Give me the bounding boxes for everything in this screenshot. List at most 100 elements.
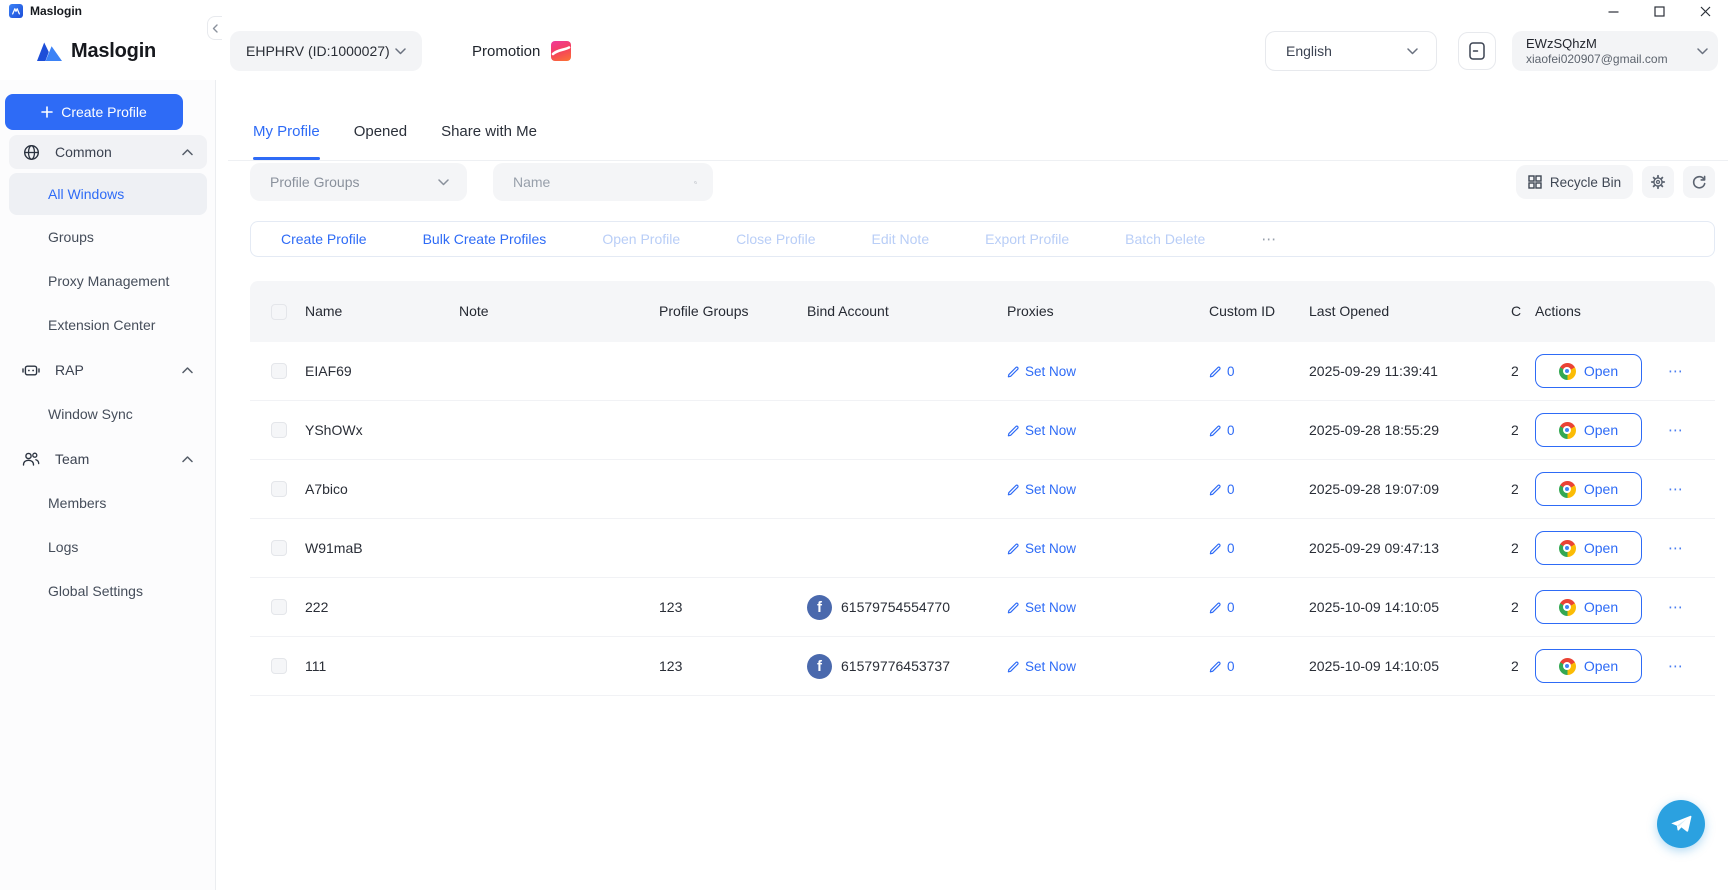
set-proxy-link[interactable]: Set Now <box>1007 541 1076 556</box>
open-profile-button[interactable]: Open <box>1535 531 1642 565</box>
action-close-profile[interactable]: Close Profile <box>736 231 815 247</box>
edit-pen-icon <box>1209 483 1222 496</box>
sidebar-item-all-windows[interactable]: All Windows <box>9 173 207 215</box>
cell-clipped: 2 <box>1502 422 1526 438</box>
action-edit-note[interactable]: Edit Note <box>872 231 930 247</box>
set-proxy-link[interactable]: Set Now <box>1007 659 1076 674</box>
custom-id-edit[interactable]: 0 <box>1209 600 1235 615</box>
cell-name: 222 <box>296 599 450 615</box>
language-selector[interactable]: English <box>1265 31 1437 71</box>
select-all-checkbox[interactable] <box>271 304 287 320</box>
sidebar-section-label: Common <box>55 144 182 160</box>
row-checkbox[interactable] <box>271 481 287 497</box>
minimize-button[interactable] <box>1590 0 1636 22</box>
sidebar-section-common[interactable]: Common <box>9 135 207 169</box>
set-proxy-link[interactable]: Set Now <box>1007 364 1076 379</box>
open-profile-button[interactable]: Open <box>1535 472 1642 506</box>
column-header-bind-account: Bind Account <box>798 302 998 321</box>
row-checkbox[interactable] <box>271 599 287 615</box>
column-header-note: Note <box>450 302 650 321</box>
promotion-link[interactable]: Promotion <box>472 22 571 80</box>
custom-id-edit[interactable]: 0 <box>1209 541 1235 556</box>
sidebar-collapse-handle[interactable] <box>207 16 222 40</box>
cell-profile-group: 123 <box>650 599 798 615</box>
cell-profile-group: 123 <box>650 658 798 674</box>
action-create-profile[interactable]: Create Profile <box>281 231 367 247</box>
action-open-profile[interactable]: Open Profile <box>602 231 680 247</box>
sidebar-item-groups[interactable]: Groups <box>9 215 207 259</box>
custom-id-edit[interactable]: 0 <box>1209 482 1235 497</box>
custom-id-edit[interactable]: 0 <box>1209 423 1235 438</box>
action-more[interactable]: ⋯ <box>1261 230 1277 248</box>
sidebar-section-team[interactable]: Team <box>9 442 207 476</box>
open-profile-button[interactable]: Open <box>1535 590 1642 624</box>
row-more-button[interactable]: ⋯ <box>1668 598 1684 616</box>
open-profile-button[interactable]: Open <box>1535 354 1642 388</box>
row-more-button[interactable]: ⋯ <box>1668 421 1684 439</box>
maximize-button[interactable] <box>1636 0 1682 22</box>
tab-my-profile[interactable]: My Profile <box>253 102 320 160</box>
account-name: EWzSQhzM <box>1526 36 1697 52</box>
search-icon[interactable] <box>694 175 697 190</box>
row-more-button[interactable]: ⋯ <box>1668 480 1684 498</box>
sidebar-section-rap[interactable]: RAP <box>9 353 207 387</box>
tab-opened[interactable]: Opened <box>354 102 407 160</box>
sidebar-item-global-settings[interactable]: Global Settings <box>9 569 207 613</box>
action-batch-delete[interactable]: Batch Delete <box>1125 231 1205 247</box>
action-bulk-create-profiles[interactable]: Bulk Create Profiles <box>423 231 547 247</box>
set-proxy-link[interactable]: Set Now <box>1007 423 1076 438</box>
row-more-button[interactable]: ⋯ <box>1668 539 1684 557</box>
cell-bind-account: f 61579776453737 <box>798 654 998 679</box>
sidebar-item-proxy-management[interactable]: Proxy Management <box>9 259 207 303</box>
sidebar: Create Profile Common All Windows Groups… <box>0 80 216 890</box>
profile-groups-select[interactable]: Profile Groups <box>250 163 467 201</box>
sidebar-item-window-sync[interactable]: Window Sync <box>9 392 207 436</box>
close-button[interactable] <box>1682 0 1728 22</box>
row-more-button[interactable]: ⋯ <box>1668 362 1684 380</box>
sidebar-item-members[interactable]: Members <box>9 481 207 525</box>
row-checkbox[interactable] <box>271 540 287 556</box>
docs-button[interactable] <box>1458 32 1496 70</box>
sidebar-item-logs[interactable]: Logs <box>9 525 207 569</box>
refresh-button[interactable] <box>1683 166 1715 198</box>
create-profile-button[interactable]: Create Profile <box>5 94 183 130</box>
custom-id-edit[interactable]: 0 <box>1209 659 1235 674</box>
table-row: A7bico Set Now 0 2025-09-28 19:07:09 2 O… <box>250 460 1715 519</box>
facebook-icon: f <box>807 595 832 620</box>
row-checkbox[interactable] <box>271 363 287 379</box>
name-search-input[interactable] <box>513 174 694 190</box>
open-profile-button[interactable]: Open <box>1535 413 1642 447</box>
cell-actions: Open ⋯ <box>1526 472 1715 506</box>
set-proxy-link[interactable]: Set Now <box>1007 600 1076 615</box>
row-checkbox[interactable] <box>271 658 287 674</box>
app-logo-icon <box>9 4 23 18</box>
edit-pen-icon <box>1007 365 1020 378</box>
chevron-down-icon <box>395 48 406 55</box>
edit-pen-icon <box>1007 601 1020 614</box>
profiles-table: Name Note Profile Groups Bind Account Pr… <box>250 281 1715 696</box>
chrome-icon <box>1559 658 1576 675</box>
workspace-selector[interactable]: EHPHRV (ID:1000027) <box>230 31 422 71</box>
cell-bind-account: f 61579754554770 <box>798 595 998 620</box>
set-proxy-link[interactable]: Set Now <box>1007 482 1076 497</box>
bind-account-id: 61579754554770 <box>841 599 950 615</box>
action-export-profile[interactable]: Export Profile <box>985 231 1069 247</box>
open-profile-button[interactable]: Open <box>1535 649 1642 683</box>
tab-share-with-me[interactable]: Share with Me <box>441 102 537 160</box>
row-checkbox[interactable] <box>271 422 287 438</box>
edit-pen-icon <box>1007 542 1020 555</box>
cell-clipped: 2 <box>1502 363 1526 379</box>
table-settings-button[interactable] <box>1642 166 1674 198</box>
recycle-bin-button[interactable]: Recycle Bin <box>1516 165 1633 199</box>
cell-actions: Open ⋯ <box>1526 354 1715 388</box>
promotion-label: Promotion <box>472 43 540 60</box>
custom-id-edit[interactable]: 0 <box>1209 364 1235 379</box>
cell-clipped: 2 <box>1502 540 1526 556</box>
app-header: Maslogin EHPHRV (ID:1000027) Promotion E… <box>0 22 1728 80</box>
column-header-clipped: C <box>1502 302 1526 321</box>
sidebar-item-extension-center[interactable]: Extension Center <box>9 303 207 347</box>
telegram-support-button[interactable] <box>1657 800 1705 848</box>
account-menu[interactable]: EWzSQhzM xiaofei020907@gmail.com <box>1512 31 1718 71</box>
cell-last-opened: 2025-09-29 09:47:13 <box>1300 540 1502 556</box>
row-more-button[interactable]: ⋯ <box>1668 657 1684 675</box>
